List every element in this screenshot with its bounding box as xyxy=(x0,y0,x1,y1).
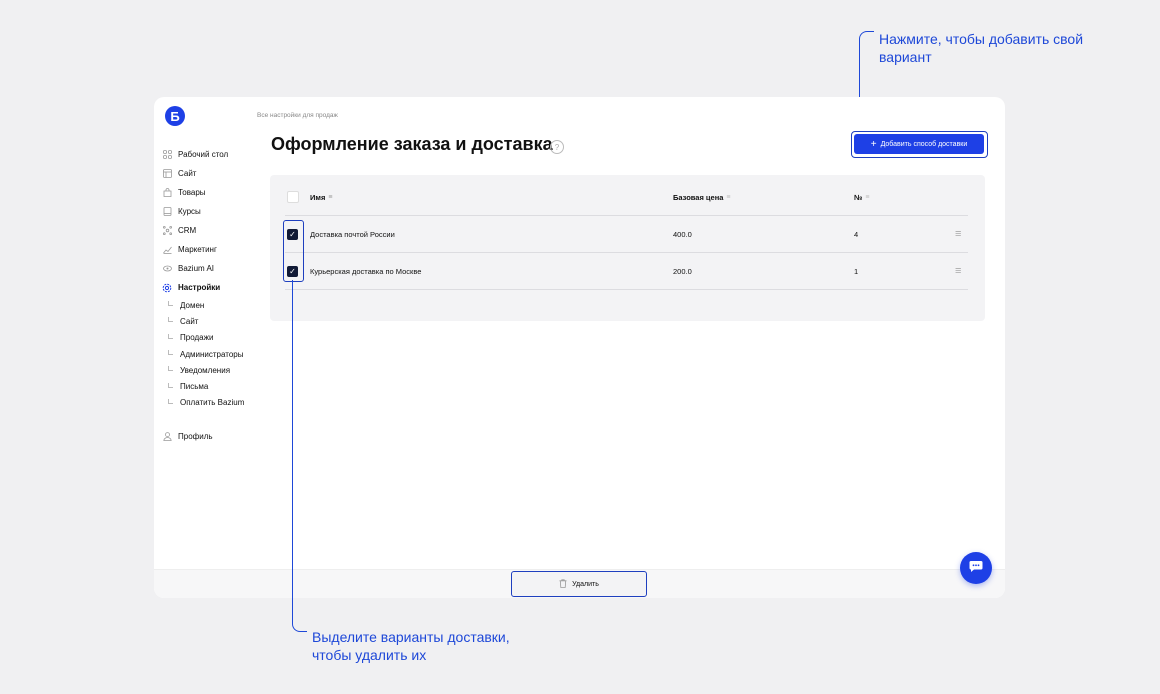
network-icon xyxy=(162,226,172,236)
chat-bubble-button[interactable] xyxy=(960,552,992,584)
sidebar-subitem-sales[interactable]: Продажи xyxy=(162,330,244,346)
sidebar-item-settings[interactable]: Настройки xyxy=(162,278,244,297)
delivery-table: Имя ≡ Базовая цена ≡ № ≡ ✓ Доставка почтой … xyxy=(270,175,985,321)
sidebar-item-profile[interactable]: Профиль xyxy=(162,427,244,446)
sidebar-subitem-admins[interactable]: Администраторы xyxy=(162,346,244,362)
page-title: Оформление заказа и доставка xyxy=(271,134,553,154)
sidebar-item-label: Bazium AI xyxy=(178,264,215,273)
branch-icon xyxy=(168,350,173,356)
sidebar-item-desktop[interactable]: Рабочий стол xyxy=(162,145,244,164)
add-delivery-method-button[interactable]: + Добавить способ доставки xyxy=(854,134,984,154)
plus-icon: + xyxy=(870,138,877,150)
drag-handle-icon[interactable]: ≡ xyxy=(955,215,961,253)
row-name: Курьерская доставка по Москве xyxy=(310,266,422,276)
sidebar-item-label: Маркетинг xyxy=(178,245,217,254)
delete-button[interactable]: Удалить xyxy=(511,571,647,597)
sort-icon: ≡ xyxy=(726,193,731,201)
sidebar-item-site[interactable]: Сайт xyxy=(162,164,244,183)
gear-icon xyxy=(162,283,172,293)
sidebar-item-label: Курсы xyxy=(178,207,201,216)
branch-icon xyxy=(168,317,173,323)
sidebar-item-marketing[interactable]: Маркетинг xyxy=(162,240,244,259)
layout-icon xyxy=(162,169,172,179)
settings-submenu: Домен Сайт Продажи Администраторы Уведом… xyxy=(162,297,244,411)
bag-icon xyxy=(162,188,172,198)
sidebar-item-crm[interactable]: CRM xyxy=(162,221,244,240)
sidebar-item-label: Настройки xyxy=(178,283,221,292)
row-number: 1 xyxy=(854,266,859,276)
ai-icon xyxy=(162,264,172,274)
column-header-number[interactable]: № ≡ xyxy=(854,178,869,216)
chart-icon xyxy=(162,245,172,255)
branch-icon xyxy=(168,366,173,372)
sidebar-subitem-site[interactable]: Сайт xyxy=(162,313,244,329)
table-header: Имя ≡ Базовая цена ≡ № ≡ xyxy=(270,178,985,216)
row-divider xyxy=(285,289,968,290)
column-header-price[interactable]: Базовая цена ≡ xyxy=(673,178,731,216)
sidebar-subitem-domain[interactable]: Домен xyxy=(162,297,244,313)
book-icon xyxy=(162,207,172,217)
select-all-checkbox[interactable] xyxy=(287,178,299,216)
sidebar: Рабочий стол Сайт Товары Курсы CRM Марке… xyxy=(162,145,244,446)
sidebar-subitem-letters[interactable]: Письма xyxy=(162,378,244,394)
sort-icon: ≡ xyxy=(328,193,333,201)
annotation-checkbox-connector xyxy=(292,280,307,632)
branch-icon xyxy=(168,333,173,339)
sidebar-item-products[interactable]: Товары xyxy=(162,183,244,202)
sidebar-subitem-notifications[interactable]: Уведомления xyxy=(162,362,244,378)
row-number: 4 xyxy=(854,229,859,239)
user-icon xyxy=(162,432,172,442)
branch-icon xyxy=(168,382,173,388)
sidebar-item-bazium-ai[interactable]: Bazium AI xyxy=(162,259,244,278)
bazium-logo[interactable]: Б xyxy=(165,106,185,126)
sidebar-item-courses[interactable]: Курсы xyxy=(162,202,244,221)
annotation-delete-hint: Выделите варианты доставки, чтобы удалит… xyxy=(312,629,510,663)
table-row[interactable]: ✓ Курьерская доставка по Москве 200.0 1 … xyxy=(270,252,985,290)
sidebar-item-label: Профиль xyxy=(178,432,213,442)
branch-icon xyxy=(168,301,173,307)
help-icon[interactable]: ? xyxy=(550,140,564,154)
annotation-add-hint: Нажмите, чтобы добавить свой вариант xyxy=(879,31,1084,65)
breadcrumb[interactable]: Все настройки для продаж xyxy=(257,112,338,119)
grid-icon xyxy=(162,150,172,160)
branch-icon xyxy=(168,398,173,404)
row-price: 200.0 xyxy=(673,266,692,276)
sidebar-item-label: CRM xyxy=(178,226,197,235)
sort-icon: ≡ xyxy=(865,193,870,201)
chat-icon xyxy=(969,560,983,576)
sidebar-item-label: Рабочий стол xyxy=(178,150,229,159)
checkbox-highlight xyxy=(283,220,304,282)
sidebar-item-label: Сайт xyxy=(178,169,197,178)
row-name: Доставка почтой России xyxy=(310,229,395,239)
app-window: Б Рабочий стол Сайт Товары Курсы CRM Мар… xyxy=(154,97,1005,598)
table-row[interactable]: ✓ Доставка почтой России 400.0 4 ≡ xyxy=(270,215,985,253)
sidebar-item-label: Товары xyxy=(178,188,206,197)
column-header-name[interactable]: Имя ≡ xyxy=(310,178,332,216)
row-price: 400.0 xyxy=(673,229,692,239)
drag-handle-icon[interactable]: ≡ xyxy=(955,252,961,290)
trash-icon xyxy=(559,578,567,590)
sidebar-subitem-pay[interactable]: Оплатить Bazium xyxy=(162,395,244,411)
